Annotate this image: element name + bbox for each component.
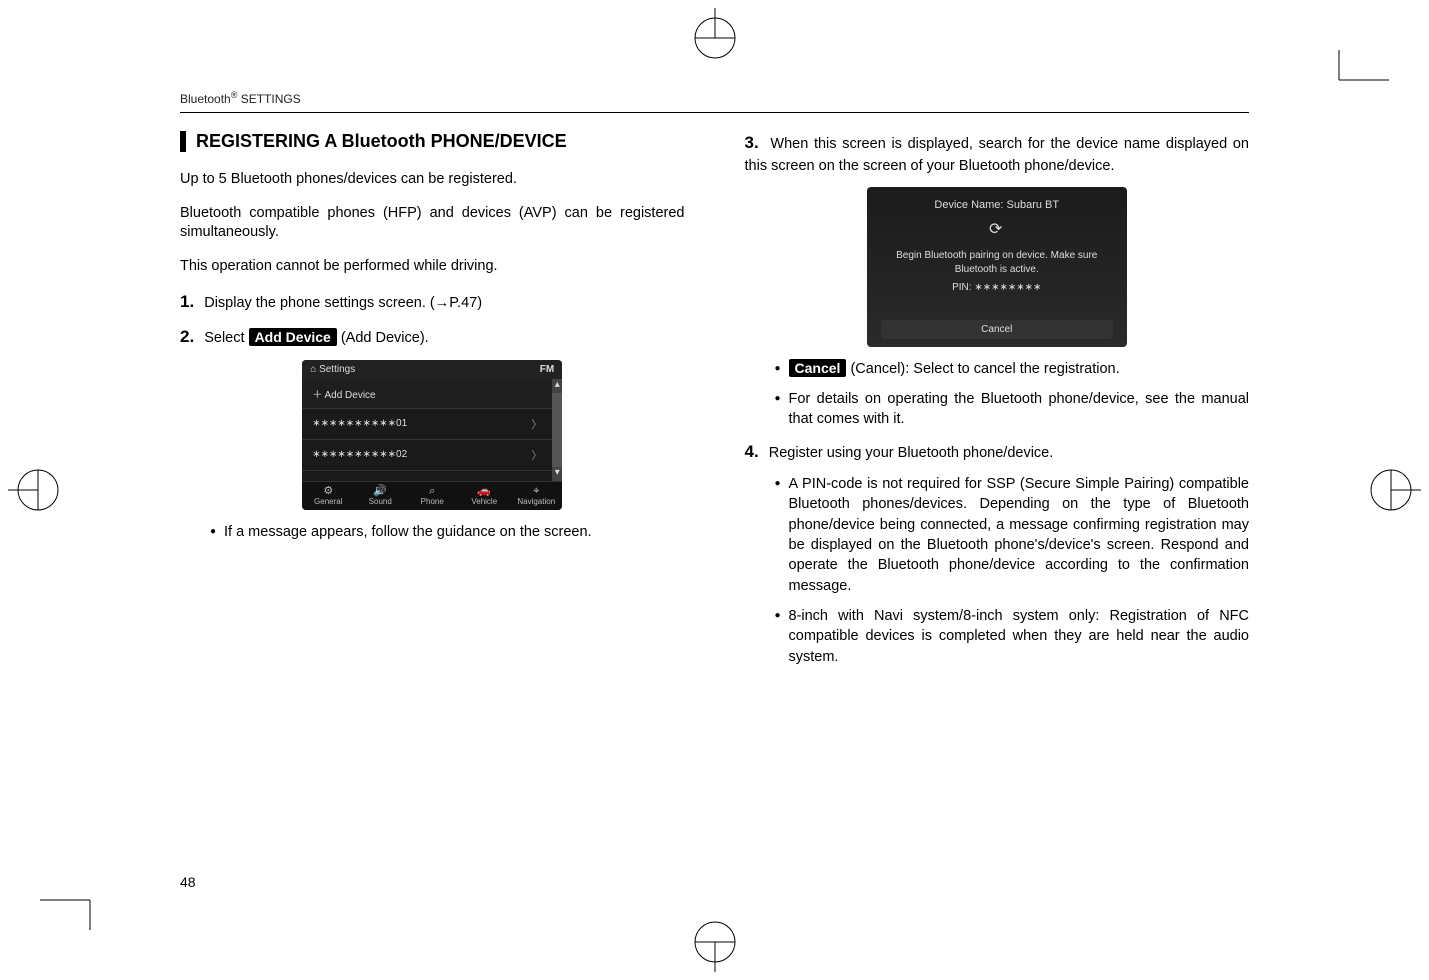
settings-screenshot: ⌂ Settings FM ＋ Add Device ∗∗∗∗∗∗∗∗∗∗01〉…	[302, 360, 562, 510]
pairing-cancel-button: Cancel	[881, 320, 1113, 339]
chevron-right-icon: 〉	[531, 416, 542, 432]
home-icon: ⌂ Settings	[310, 364, 355, 375]
header-rule	[180, 112, 1249, 113]
step-3-detail: For details on operating the Bluetooth p…	[775, 389, 1250, 430]
crop-mark-bottom	[685, 912, 745, 972]
settings-title: Settings	[319, 364, 355, 375]
tab-general: ⚙General	[302, 481, 354, 510]
step-4: 4. Register using your Bluetooth phone/d…	[745, 440, 1250, 465]
device-row-2: ∗∗∗∗∗∗∗∗∗∗02〉	[302, 440, 552, 471]
step-2-note: If a message appears, follow the guidanc…	[210, 522, 685, 542]
step-1: 1. Display the phone settings screen. (→…	[180, 290, 685, 315]
pairing-pin: PIN: ∗∗∗∗∗∗∗∗	[952, 281, 1041, 295]
tab-vehicle: 🚗Vehicle	[458, 481, 510, 510]
step-2-suffix: (Add Device).	[341, 330, 429, 346]
intro-3: This operation cannot be performed while…	[180, 257, 685, 277]
phone-icon: ⌕	[406, 486, 458, 497]
step-4-bullet-1: A PIN-code is not required for SSP (Secu…	[775, 474, 1250, 596]
step-3-num: 3.	[745, 133, 759, 152]
step-4-bullet-2: 8-inch with Navi system/8-inch system on…	[775, 606, 1250, 667]
device-row-1: ∗∗∗∗∗∗∗∗∗∗01〉	[302, 409, 552, 440]
step-3-cancel-text: (Cancel): Select to cancel the registrat…	[846, 361, 1119, 377]
tab-sound: 🔊Sound	[354, 481, 406, 510]
spinner-icon: ⟳	[989, 219, 1004, 239]
tab-phone: ⌕Phone	[406, 481, 458, 510]
step-1-text: Display the phone settings screen. (→P.4…	[204, 295, 482, 311]
step-1-num: 1.	[180, 292, 194, 311]
speaker-icon: 🔊	[354, 486, 406, 497]
step-2: 2. Select Add Device (Add Device).	[180, 325, 685, 350]
intro-1: Up to 5 Bluetooth phones/devices can be …	[180, 170, 685, 190]
step-2-prefix: Select	[204, 330, 248, 346]
section-title: REGISTERING A Bluetooth PHONE/DEVICE	[180, 131, 685, 152]
crop-mark-left	[8, 460, 68, 520]
nav-icon: ⌖	[510, 486, 562, 497]
fm-badge: FM	[540, 364, 554, 375]
step-3-cancel: Cancel (Cancel): Select to cancel the re…	[775, 359, 1250, 379]
step-3-text: When this screen is displayed, search fo…	[745, 136, 1250, 174]
cancel-chip: Cancel	[789, 359, 847, 377]
pairing-device-name: Device Name: Subaru BT	[934, 199, 1059, 211]
car-icon: 🚗	[458, 486, 510, 497]
pairing-msg-2: Bluetooth is active.	[955, 263, 1039, 277]
crop-corner-br	[1309, 50, 1389, 130]
add-device-chip: Add Device	[249, 328, 337, 346]
right-column: 3. When this screen is displayed, search…	[745, 131, 1250, 677]
pairing-msg-1: Begin Bluetooth pairing on device. Make …	[896, 249, 1097, 263]
page-number: 48	[180, 874, 196, 890]
crop-mark-top	[685, 8, 745, 68]
crop-mark-right	[1361, 460, 1421, 520]
left-column: REGISTERING A Bluetooth PHONE/DEVICE Up …	[180, 131, 685, 677]
step-4-text: Register using your Bluetooth phone/devi…	[769, 445, 1054, 461]
step-2-num: 2.	[180, 327, 194, 346]
gear-icon: ⚙	[302, 486, 354, 497]
scrollbar: ▴ ▾	[552, 379, 562, 481]
step-3: 3. When this screen is displayed, search…	[745, 131, 1250, 177]
pairing-screenshot: Device Name: Subaru BT ⟳ Begin Bluetooth…	[867, 187, 1127, 347]
step-4-num: 4.	[745, 442, 759, 461]
tab-navigation: ⌖Navigation	[510, 481, 562, 510]
add-device-row: ＋ Add Device	[302, 379, 552, 409]
chevron-right-icon: 〉	[531, 447, 542, 463]
crop-corner-bl	[40, 850, 120, 930]
running-header: Bluetooth® SETTINGS	[180, 90, 1249, 106]
intro-2: Bluetooth compatible phones (HFP) and de…	[180, 204, 685, 243]
